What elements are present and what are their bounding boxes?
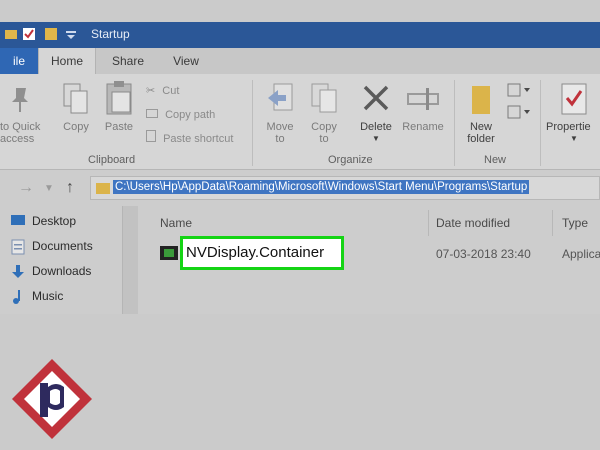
new-group-label: New [484,154,507,166]
new-item-icon[interactable] [506,82,534,98]
paste-icon [106,81,132,115]
customize-quick-access-icon[interactable] [64,27,78,41]
music-icon [13,290,20,304]
column-divider[interactable] [552,210,553,236]
tab-view[interactable]: View [162,48,210,74]
sidebar-item-label: Documents [32,239,93,253]
pin-label-line-1: to Quick [0,121,41,133]
properties-label: Propertie [546,121,591,133]
ribbon-tabs: ile Home Share View [0,48,600,74]
new-folder-icon [472,86,490,114]
clipboard-group-label: Clipboard [88,154,136,166]
properties-icon [561,83,587,115]
window-title: Startup [91,27,130,41]
ribbon-separator [540,80,541,166]
navigation-bar: → ▼ ↑ C:\Users\Hp\AppData\Roaming\Micros… [0,170,600,206]
new-folder-label-1: New [469,121,492,133]
desktop-icon [11,215,25,225]
ribbon: to Quick access Copy Paste ✂ Cut Copy pa… [0,74,600,170]
organize-group-label: Organize [328,154,373,166]
back-arrow-icon[interactable]: → [18,179,34,197]
properties-button[interactable]: Propertie ▼ [546,121,600,145]
column-header-type[interactable]: Type [562,216,588,230]
address-path[interactable]: C:\Users\Hp\AppData\Roaming\Microsoft\Wi… [113,180,530,194]
tab-home[interactable]: Home [38,48,96,74]
copy-button[interactable]: Copy [60,121,92,133]
column-divider[interactable] [428,210,429,236]
rename-button[interactable]: Rename [400,121,446,133]
copy-path-button[interactable]: Copy path [146,108,215,122]
column-header-date-modified[interactable]: Date modified [436,216,510,230]
copy-to-button[interactable]: Copy to [306,121,342,145]
cut-button[interactable]: ✂ Cut [146,84,179,98]
documents-icon [11,239,25,255]
folder-icon [5,30,17,39]
address-bar[interactable]: C:\Users\Hp\AppData\Roaming\Microsoft\Wi… [90,176,600,200]
paste-button[interactable]: Paste [102,121,136,133]
column-header-name[interactable]: Name [160,216,192,230]
delete-label: Delete [360,121,392,133]
tab-file[interactable]: ile [0,48,38,74]
rename-icon [407,88,439,110]
delete-button[interactable]: Delete ▼ [356,121,396,145]
move-to-label-1: Move [266,121,294,133]
paste-shortcut-icon [146,130,156,142]
recent-locations-icon[interactable]: ▼ [44,183,54,194]
copy-path-label: Copy path [165,109,216,121]
paste-shortcut-label: Paste shortcut [163,133,234,145]
ribbon-separator [252,80,253,166]
folder-icon [96,183,110,194]
file-type: Applica [562,247,600,261]
copy-to-label-2: to [319,133,329,145]
copy-icon [63,83,88,114]
highlighted-file-name[interactable]: NVDisplay.Container [180,236,344,270]
new-folder-quick-icon[interactable] [44,27,58,41]
navigation-pane: Desktop Documents Downloads Music [0,206,140,314]
application-icon [160,246,178,260]
properties-dropdown-icon: ▼ [570,134,578,143]
new-folder-label-2: folder [467,133,495,145]
copy-to-label-1: Copy [311,121,337,133]
brand-logo [12,359,92,439]
copy-path-icon [146,109,158,118]
scissors-icon: ✂ [146,85,156,97]
new-folder-button[interactable]: New folder [462,121,500,145]
up-arrow-icon[interactable]: ↑ [66,179,74,197]
pin-label-line-2: access [0,133,35,145]
file-list: Name Date modified Type NVDisplay.Contai… [140,206,600,314]
delete-dropdown-icon: ▼ [372,134,380,143]
ribbon-separator [454,80,455,166]
pin-icon [12,88,28,112]
copy-to-icon [311,83,337,113]
cut-label: Cut [162,85,180,97]
properties-quick-icon[interactable] [22,27,36,41]
pin-to-quick-access-button[interactable]: to Quick access [0,121,52,145]
delete-icon [363,85,389,111]
file-name: NVDisplay.Container [186,244,325,261]
move-to-label-2: to [275,133,285,145]
sidebar-item-label: Downloads [32,264,92,278]
sidebar-item-label: Music [32,289,64,303]
file-date-modified: 07-03-2018 23:40 [436,247,531,261]
navigation-pane-scrollbar[interactable] [122,206,138,314]
sidebar-item-label: Desktop [32,214,77,228]
tab-share[interactable]: Share [104,48,152,74]
title-bar: Startup [0,22,600,48]
easy-access-icon[interactable] [506,104,534,120]
file-explorer-window: Startup ile Home Share View to Quick acc… [0,0,600,450]
move-to-icon [268,83,293,111]
downloads-icon [12,265,24,278]
paste-shortcut-button[interactable]: Paste shortcut [146,130,233,146]
move-to-button[interactable]: Move to [262,121,298,145]
